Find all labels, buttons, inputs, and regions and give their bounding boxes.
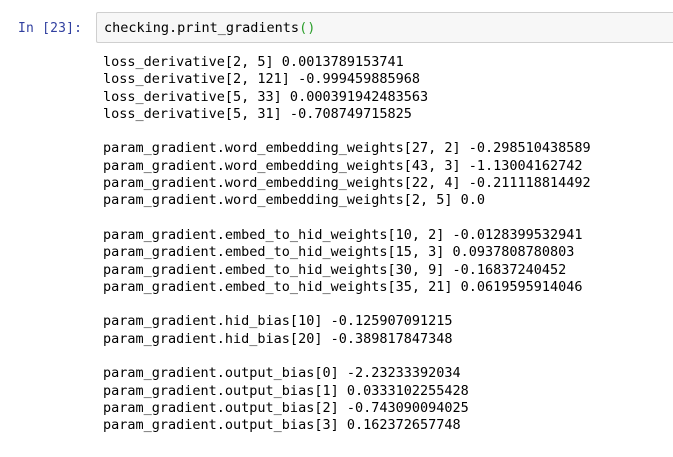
- output-line: loss_derivative[5, 31] -0.708749715825: [103, 105, 412, 122]
- code-line: checking.print_gradients(): [104, 20, 315, 37]
- output-group: param_gradient.word_embedding_weights[27…: [103, 140, 591, 209]
- output-line: param_gradient.output_bias[2] -0.7430900…: [103, 399, 469, 416]
- output-line: param_gradient.word_embedding_weights[43…: [103, 157, 583, 174]
- output-group: param_gradient.hid_bias[10] -0.125907091…: [103, 313, 591, 348]
- output-group: param_gradient.output_bias[0] -2.2323339…: [103, 365, 591, 434]
- output-line: loss_derivative[2, 121] -0.999459885968: [103, 71, 420, 88]
- cell-output-area: loss_derivative[2, 5] 0.0013789153741 los…: [103, 54, 591, 452]
- output-line: param_gradient.output_bias[0] -2.2323339…: [103, 365, 461, 382]
- output-line: param_gradient.word_embedding_weights[27…: [103, 140, 591, 157]
- output-line: param_gradient.word_embedding_weights[2,…: [103, 192, 486, 209]
- input-prompt: In [23]:: [18, 21, 83, 36]
- output-group: loss_derivative[2, 5] 0.0013789153741 los…: [103, 54, 591, 123]
- output-line: param_gradient.embed_to_hid_weights[35, …: [103, 278, 583, 295]
- output-line: param_gradient.word_embedding_weights[22…: [103, 175, 591, 192]
- output-line: param_gradient.embed_to_hid_weights[30, …: [103, 261, 567, 278]
- notebook-code-cell: In [23]: checking.print_gradients() loss…: [0, 0, 673, 457]
- output-line: param_gradient.output_bias[1] 0.03331022…: [103, 382, 469, 399]
- output-line: loss_derivative[2, 5] 0.0013789153741: [103, 54, 404, 70]
- code-parens: (): [299, 20, 316, 36]
- output-line: param_gradient.hid_bias[10] -0.125907091…: [103, 313, 453, 330]
- output-line: param_gradient.embed_to_hid_weights[10, …: [103, 226, 583, 243]
- output-line: param_gradient.hid_bias[20] -0.389817847…: [103, 330, 453, 347]
- code-input-editor[interactable]: checking.print_gradients(): [96, 12, 673, 43]
- output-line: param_gradient.embed_to_hid_weights[15, …: [103, 244, 575, 261]
- output-line: param_gradient.output_bias[3] 0.16237265…: [103, 417, 461, 434]
- output-line: loss_derivative[5, 33] 0.000391942483563: [103, 88, 429, 105]
- code-call: checking.print_gradients: [104, 20, 300, 36]
- output-group: param_gradient.embed_to_hid_weights[10, …: [103, 227, 591, 296]
